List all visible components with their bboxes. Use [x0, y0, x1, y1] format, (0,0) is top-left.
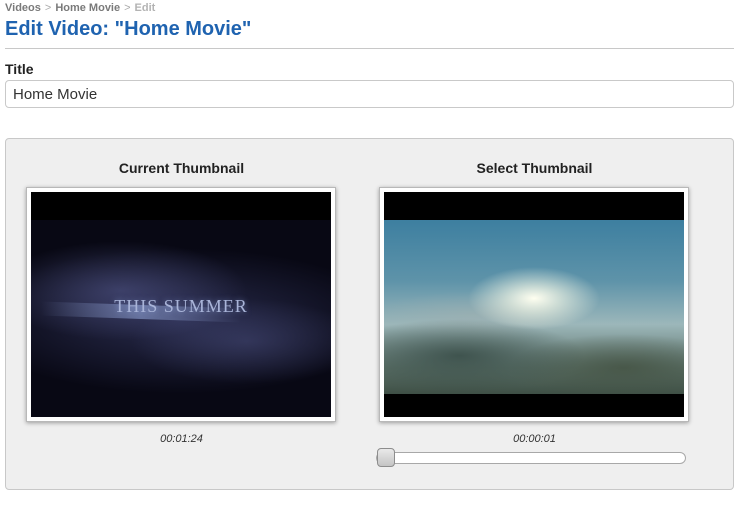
breadcrumb-videos-link[interactable]: Videos	[5, 2, 41, 14]
thumbnail-overlay-text: THIS SUMMER	[114, 296, 248, 316]
select-thumbnail-heading: Select Thumbnail	[476, 160, 593, 176]
breadcrumb-separator: >	[124, 2, 131, 14]
current-thumbnail-image: THIS SUMMER	[31, 192, 331, 417]
select-thumbnail-image	[384, 192, 684, 417]
select-thumbnail-artwork	[384, 220, 684, 394]
title-divider	[5, 48, 734, 49]
select-thumbnail-timecode: 00:00:01	[513, 433, 556, 445]
breadcrumb-separator: >	[44, 2, 52, 14]
current-thumbnail-timecode: 00:01:24	[160, 433, 203, 445]
current-thumbnail-frame: THIS SUMMER	[26, 187, 336, 422]
current-thumbnail-heading: Current Thumbnail	[118, 160, 245, 176]
title-field-label: Title	[5, 61, 34, 77]
page-title: Edit Video: "Home Movie"	[5, 18, 252, 40]
thumbnail-time-slider[interactable]	[376, 452, 686, 464]
current-thumbnail-artwork	[31, 220, 331, 417]
select-thumbnail-frame[interactable]	[379, 187, 689, 422]
breadcrumb-home-movie-link[interactable]: Home Movie	[55, 2, 120, 14]
breadcrumb-current: Edit	[134, 2, 156, 14]
title-input[interactable]	[5, 80, 734, 108]
slider-handle[interactable]	[377, 448, 395, 467]
breadcrumb: Videos > Home Movie > Edit	[5, 2, 155, 14]
